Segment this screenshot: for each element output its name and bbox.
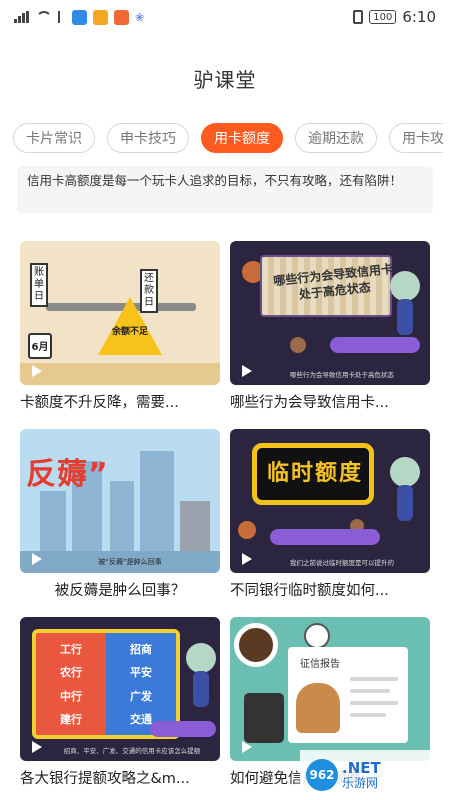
calendar-icon: 6月 <box>28 333 52 359</box>
app-notification-icon <box>114 9 129 25</box>
tab-label: 申卡技巧 <box>120 131 176 147</box>
document-title: 征信报告 <box>300 659 340 670</box>
video-card[interactable]: 工行 农行 中行 建行 招商 平安 广发 交通 招商、平安、广发、交通的信用卡应… <box>20 617 220 788</box>
text-line <box>350 713 386 717</box>
play-icon[interactable] <box>32 553 42 565</box>
character-icon <box>186 643 216 673</box>
video-title[interactable]: 哪些行为会导致信用卡... <box>230 391 430 412</box>
paw-icon: ❀ <box>135 10 145 24</box>
building <box>110 481 134 551</box>
warning-text: 余额不足 <box>111 327 148 337</box>
planet-icon <box>238 521 256 539</box>
video-card[interactable]: 哪些行为会导致信用卡处于高危状态 哪些行为会导致信用卡处于高危状态 哪些行为会导… <box>230 241 430 412</box>
bank-label: 交通 <box>130 713 152 727</box>
text-line <box>350 689 390 693</box>
wifi-icon <box>36 11 52 23</box>
bill-day-tag: 账单日 <box>30 263 48 307</box>
play-icon[interactable] <box>32 365 42 377</box>
bank-label: 招商 <box>130 642 152 656</box>
video-subtitle: 被“反薅”是肿么回事 <box>98 558 162 566</box>
board-text: 临时额度 <box>266 461 363 486</box>
bank-column-left: 工行 农行 中行 建行 <box>36 633 106 735</box>
bank-column-right: 招商 平安 广发 交通 <box>106 633 176 735</box>
play-icon[interactable] <box>32 741 42 753</box>
horse-character-icon <box>296 683 340 733</box>
play-icon[interactable] <box>242 365 252 377</box>
ground <box>20 363 220 385</box>
tab-label: 卡片常识 <box>26 131 82 147</box>
tab-card-basics[interactable]: 卡片常识 <box>13 123 95 153</box>
page-title: 驴课堂 <box>193 68 257 92</box>
watermark-cn: 乐游网 <box>342 776 379 790</box>
warning-sign-icon <box>98 297 162 355</box>
watermark-net: .NET <box>342 759 381 777</box>
building <box>40 491 66 551</box>
bank-label: 平安 <box>130 666 152 680</box>
video-subtitle: 招商、平安、广发、交通的信用卡应该怎么提额 <box>63 747 201 755</box>
character-body <box>397 299 413 335</box>
character-icon <box>390 457 420 487</box>
video-title[interactable]: 被反薅是肿么回事？ <box>20 579 220 600</box>
watermark-logo: 962 <box>306 759 338 791</box>
clock-icon <box>304 623 330 649</box>
tab-label: 用卡攻略 <box>402 131 443 147</box>
video-title[interactable]: 卡额度不升反降，需要... <box>20 391 220 412</box>
video-thumbnail[interactable]: 工行 农行 中行 建行 招商 平安 广发 交通 招商、平安、广发、交通的信用卡应… <box>20 617 220 761</box>
video-title[interactable]: 各大银行提额攻略之&m... <box>20 767 220 788</box>
usb-icon <box>58 11 66 23</box>
purple-band <box>270 529 380 545</box>
planet-icon <box>290 337 306 353</box>
vibrate-icon <box>353 10 364 24</box>
tab-usage-guide[interactable]: 用卡攻略 <box>389 123 443 153</box>
video-thumbnail[interactable]: 账单日 还款日 余额不足 6月 <box>20 241 220 385</box>
video-thumbnail[interactable]: 临时额度 我们之前说过临时额度是可以提升的 <box>230 429 430 573</box>
tab-overdue-repayment[interactable]: 逾期还款 <box>295 123 377 153</box>
building <box>140 451 174 551</box>
video-thumbnail[interactable]: 征信报告 <box>230 617 430 761</box>
status-left: ❀ <box>14 9 145 25</box>
video-card[interactable]: 反薅” 被“反薅”是肿么回事 被反薅是肿么回事？ <box>20 429 220 600</box>
play-icon[interactable] <box>242 741 252 753</box>
phone-icon <box>244 693 284 743</box>
tab-label: 逾期还款 <box>308 131 364 147</box>
video-subtitle: 我们之前说过临时额度是可以提升的 <box>290 559 394 567</box>
app-notification-icon <box>72 9 87 25</box>
bank-label: 工行 <box>60 642 82 656</box>
bank-label: 农行 <box>60 666 82 680</box>
battery-icon: 100 <box>369 10 397 24</box>
thumb-headline: 反薅” <box>26 457 109 492</box>
bank-label: 建行 <box>60 713 82 727</box>
video-title[interactable]: 不同银行临时额度如何... <box>230 579 430 600</box>
battery-level: 100 <box>373 11 393 23</box>
character-body <box>397 485 413 521</box>
signal-icon <box>14 11 30 23</box>
purple-band <box>150 721 216 737</box>
tab-credit-limit[interactable]: 用卡额度 <box>201 123 283 153</box>
bank-building-icon <box>180 501 210 551</box>
intro-banner: 信用卡高额度是每一个玩卡人追求的目标，不只有攻略，还有陷阱！ <box>17 166 433 214</box>
video-app-notification-icon <box>93 9 108 25</box>
status-bar: ❀ 100 6:10 <box>0 0 450 34</box>
site-watermark: 962 .NET 乐游网 <box>300 750 450 800</box>
status-time: 6:10 <box>402 8 436 26</box>
coffee-cup-icon <box>234 623 278 667</box>
tab-label: 用卡额度 <box>214 131 270 147</box>
video-thumbnail[interactable]: 哪些行为会导致信用卡处于高危状态 哪些行为会导致信用卡处于高危状态 <box>230 241 430 385</box>
video-card[interactable]: 临时额度 我们之前说过临时额度是可以提升的 不同银行临时额度如何... <box>230 429 430 600</box>
bank-label: 广发 <box>130 689 152 703</box>
text-line <box>350 701 398 705</box>
category-tabs: 卡片常识 申卡技巧 用卡额度 逾期还款 用卡攻略 <box>13 123 443 153</box>
character-body <box>193 671 209 707</box>
video-subtitle: 哪些行为会导致信用卡处于高危状态 <box>290 371 394 379</box>
watermark-text: .NET 乐游网 <box>342 760 381 790</box>
video-thumbnail[interactable]: 反薅” 被“反薅”是肿么回事 <box>20 429 220 573</box>
tab-apply-tips[interactable]: 申卡技巧 <box>107 123 189 153</box>
status-right: 100 6:10 <box>353 8 436 26</box>
play-icon[interactable] <box>242 553 252 565</box>
character-icon <box>390 271 420 301</box>
purple-band <box>330 337 420 353</box>
text-line <box>350 677 398 681</box>
video-card[interactable]: 账单日 还款日 余额不足 6月 卡额度不升反降，需要... <box>20 241 220 412</box>
bank-label: 中行 <box>60 689 82 703</box>
